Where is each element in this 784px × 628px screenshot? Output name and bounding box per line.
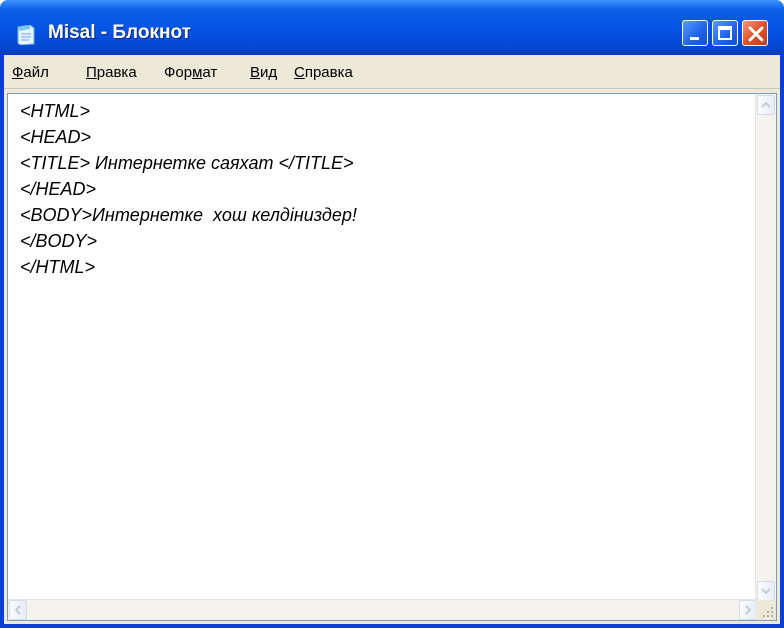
chevron-left-icon	[14, 605, 21, 615]
menu-view-label: ид	[260, 64, 278, 81]
scroll-right-button[interactable]	[739, 600, 757, 620]
menu-file-accel: Ф	[12, 64, 24, 81]
menu-help-label: правка	[304, 64, 353, 81]
client-area: Файл Правка Формат Вид Справка <HTML> <H…	[4, 55, 780, 624]
close-button[interactable]	[742, 20, 768, 46]
menu-format-label: ат	[202, 64, 218, 81]
window-title: Misal - Блокнот	[48, 22, 191, 43]
text-line: <BODY>Интернетке хош келдіниздер!	[20, 205, 357, 225]
menu-edit-accel: П	[86, 64, 97, 81]
title-bar[interactable]: Misal - Блокнот	[0, 0, 784, 55]
text-line: <HTML>	[20, 101, 91, 121]
menu-format-accel: м	[192, 64, 203, 81]
resize-grip[interactable]	[756, 600, 776, 620]
text-line: </BODY>	[20, 231, 98, 251]
text-line: </HTML>	[20, 257, 96, 277]
text-line: </HEAD>	[20, 179, 97, 199]
menu-edit[interactable]: Правка	[86, 64, 137, 81]
menu-edit-label: равка	[96, 64, 137, 81]
menu-file[interactable]: Файл	[12, 64, 49, 81]
horizontal-scrollbar[interactable]	[8, 599, 758, 620]
maximize-icon	[718, 26, 732, 40]
menu-view[interactable]: Вид	[250, 64, 277, 81]
notepad-window: Misal - Блокнот Файл Правка Формат Вид С…	[0, 0, 784, 628]
menu-file-label: айл	[23, 64, 49, 81]
chevron-right-icon	[745, 605, 752, 615]
text-line: <HEAD>	[20, 127, 92, 147]
chevron-down-icon	[761, 588, 771, 595]
menu-bar: Файл Правка Формат Вид Справка	[4, 55, 780, 89]
vertical-scrollbar[interactable]	[755, 94, 776, 602]
maximize-button[interactable]	[712, 20, 738, 46]
menu-help[interactable]: Справка	[294, 64, 353, 81]
menu-format[interactable]: Формат	[164, 64, 217, 81]
minimize-icon	[690, 37, 699, 40]
scroll-up-button[interactable]	[757, 95, 775, 115]
menu-view-accel: В	[250, 64, 261, 81]
resize-grip-icon	[763, 607, 773, 617]
text-line: <TITLE> Интернетке саяхат </TITLE>	[20, 153, 354, 173]
notepad-icon	[17, 24, 35, 46]
menu-format-label-pre: Фор	[164, 64, 193, 81]
document-text[interactable]: <HTML> <HEAD> <TITLE> Интернетке саяхат …	[8, 94, 758, 602]
minimize-button[interactable]	[682, 20, 708, 46]
chevron-up-icon	[761, 101, 771, 108]
menu-help-accel: С	[294, 64, 305, 81]
text-editor[interactable]: <HTML> <HEAD> <TITLE> Интернетке саяхат …	[7, 93, 777, 621]
scroll-down-button[interactable]	[757, 581, 775, 601]
scroll-left-button[interactable]	[9, 600, 27, 620]
